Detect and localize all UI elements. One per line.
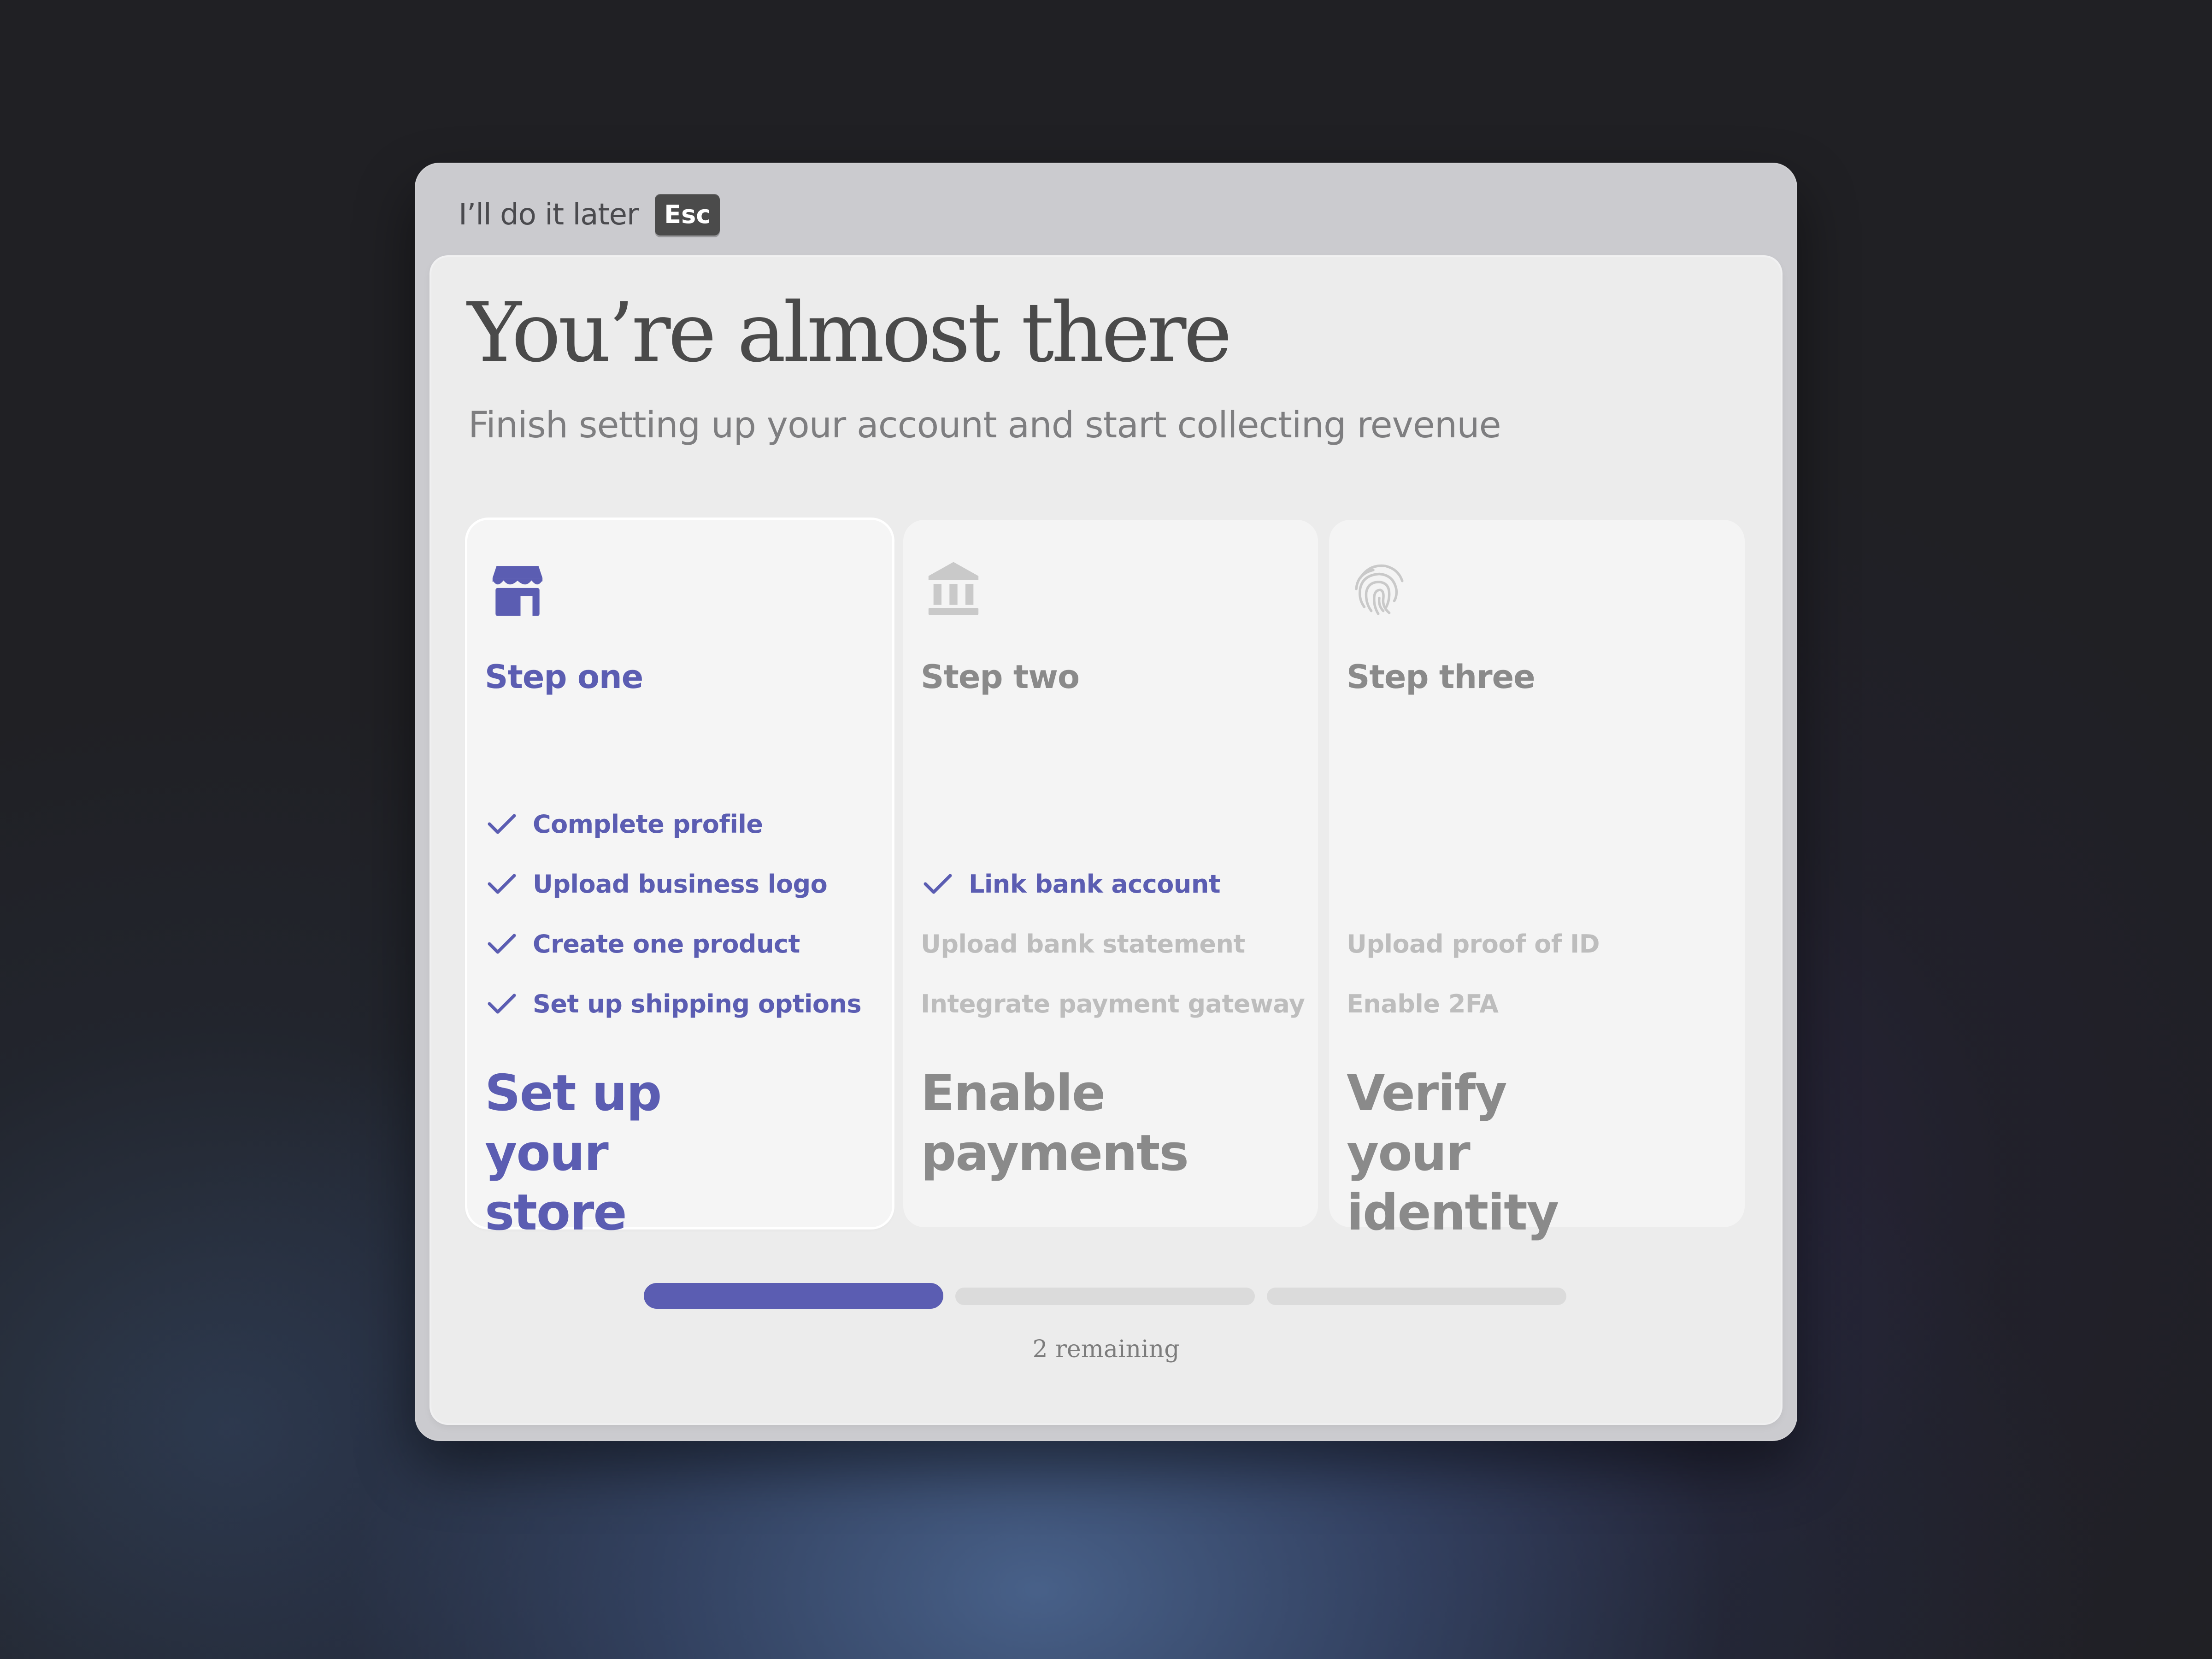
task-label: Enable 2FA: [1347, 989, 1499, 1018]
dismiss-link[interactable]: I’ll do it later: [459, 198, 639, 232]
task-label: Upload proof of ID: [1347, 929, 1600, 959]
esc-key-badge[interactable]: Esc: [655, 194, 720, 235]
progress-bar: [644, 1283, 1570, 1311]
task-item: Link bank account: [921, 854, 1309, 914]
store-icon: [488, 559, 547, 619]
step-label: Step three: [1347, 658, 1535, 696]
task-label: Upload bank statement: [921, 929, 1245, 959]
check-icon: [488, 814, 516, 834]
progress-segment-pending: [1267, 1288, 1566, 1305]
task-label: Complete profile: [533, 809, 763, 839]
task-item: Upload business logo: [485, 854, 883, 914]
task-list: Upload proof of ID Enable 2FA: [1347, 914, 1735, 1034]
page-title: You’re almost there: [467, 285, 1232, 380]
task-item: Enable 2FA: [1347, 974, 1735, 1034]
task-item: Upload proof of ID: [1347, 914, 1735, 974]
task-item: Set up shipping options: [485, 974, 883, 1034]
check-icon: [488, 874, 516, 894]
step-heading: Verify your identity: [1347, 1065, 1559, 1242]
task-item: Create one product: [485, 914, 883, 974]
page-subtitle: Finish setting up your account and start…: [468, 405, 1501, 446]
task-label: Create one product: [533, 929, 800, 959]
check-icon: [924, 874, 952, 894]
step-label: Step two: [921, 658, 1080, 696]
step-heading: Set up your store: [485, 1065, 662, 1242]
step-heading: Enable payments: [921, 1065, 1189, 1182]
check-icon: [488, 994, 516, 1014]
onboarding-modal: I’ll do it later Esc You’re almost there…: [415, 163, 1797, 1441]
onboarding-panel: You’re almost there Finish setting up yo…: [431, 257, 1781, 1423]
step-card-one[interactable]: Step one Complete profile Upload busines…: [467, 520, 892, 1241]
step-card-three[interactable]: Step three Upload proof of ID Enable 2FA…: [1329, 520, 1745, 1241]
task-item: Integrate payment gateway: [921, 974, 1309, 1034]
step-card-two[interactable]: Step two Link bank account Upload bank s…: [903, 520, 1318, 1227]
task-label: Integrate payment gateway: [921, 989, 1305, 1018]
task-item: Complete profile: [485, 794, 883, 854]
task-label: Set up shipping options: [533, 989, 862, 1018]
remaining-count: 2 remaining: [1032, 1335, 1180, 1363]
step-label: Step one: [485, 658, 643, 696]
task-label: Link bank account: [969, 869, 1221, 899]
task-label: Upload business logo: [533, 869, 828, 899]
task-list: Link bank account Upload bank statement …: [921, 854, 1309, 1034]
fingerprint-icon: [1349, 559, 1409, 619]
progress-segment-complete: [644, 1283, 943, 1309]
bank-icon: [924, 559, 983, 619]
progress-segment-pending: [955, 1288, 1255, 1305]
task-list: Complete profile Upload business logo Cr…: [485, 794, 883, 1034]
task-item: Upload bank statement: [921, 914, 1309, 974]
dismiss-row: I’ll do it later Esc: [459, 189, 720, 240]
check-icon: [488, 934, 516, 954]
